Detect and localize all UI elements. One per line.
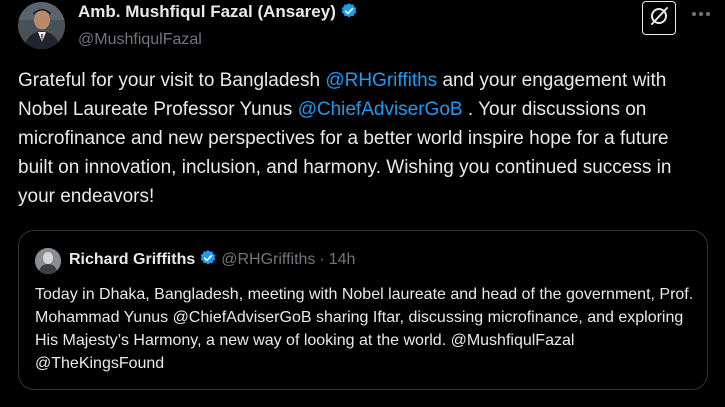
author-handle[interactable]: @MushfiqulFazal <box>78 30 358 50</box>
quoted-tweet-text: Today in Dhaka, Bangladesh, meeting with… <box>35 286 694 372</box>
author-info: Amb. Mushfiqul Fazal (Ansarey) @Mushfiqu… <box>78 2 358 50</box>
grok-icon <box>648 5 670 32</box>
quoted-tweet-time: 14h <box>328 251 356 268</box>
author-avatar[interactable] <box>18 2 65 49</box>
mention-link[interactable]: @RHGriffiths <box>325 70 437 91</box>
quoted-tweet-card[interactable]: Richard Griffiths @RHGriffiths · 14h Today… <box>18 230 708 390</box>
grok-button[interactable] <box>642 1 676 35</box>
verified-badge-icon <box>340 2 358 26</box>
author-name[interactable]: Amb. Mushfiqul Fazal (Ansarey) <box>78 2 336 21</box>
quoted-author-name: Richard Griffiths <box>69 251 196 268</box>
tweet-text: Grateful for your visit to Bangladesh @R… <box>18 66 708 211</box>
quoted-tweet-header: Richard Griffiths @RHGriffiths · 14h <box>69 249 355 274</box>
quoted-author-avatar <box>35 248 61 274</box>
meta-separator: · <box>319 251 325 268</box>
quoted-author-handle: @RHGriffiths <box>221 251 316 268</box>
more-options-icon <box>690 8 712 28</box>
tweet-text-segment: Grateful for your visit to Bangladesh <box>18 70 326 91</box>
verified-badge-icon <box>199 249 217 274</box>
mention-link[interactable]: @ChiefAdviserGoB <box>298 99 463 120</box>
more-options-button[interactable] <box>688 4 714 26</box>
